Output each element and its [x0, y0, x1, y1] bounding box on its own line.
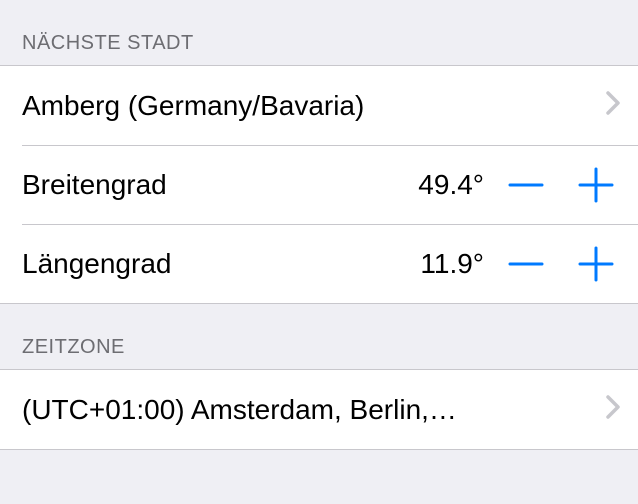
latitude-label: Breitengrad — [22, 169, 418, 201]
plus-icon[interactable] — [576, 244, 616, 284]
timezone-label: (UTC+01:00) Amsterdam, Berlin,… — [22, 394, 606, 426]
latitude-stepper — [506, 165, 620, 205]
timezone-group: (UTC+01:00) Amsterdam, Berlin,… — [0, 369, 638, 450]
timezone-row[interactable]: (UTC+01:00) Amsterdam, Berlin,… — [0, 370, 638, 449]
plus-icon[interactable] — [576, 165, 616, 205]
longitude-row: Längengrad 11.9° — [0, 224, 638, 303]
section-header-nearest-city: NÄCHSTE STADT — [0, 0, 638, 65]
section-header-timezone: ZEITZONE — [0, 304, 638, 369]
longitude-label: Längengrad — [22, 248, 420, 280]
city-row[interactable]: Amberg (Germany/Bavaria) — [0, 66, 638, 145]
minus-icon[interactable] — [506, 244, 546, 284]
city-label: Amberg (Germany/Bavaria) — [22, 90, 606, 122]
longitude-stepper — [506, 244, 620, 284]
longitude-value: 11.9° — [420, 248, 484, 280]
latitude-row: Breitengrad 49.4° — [0, 145, 638, 224]
latitude-value: 49.4° — [418, 169, 484, 201]
chevron-right-icon — [606, 91, 620, 120]
nearest-city-group: Amberg (Germany/Bavaria) Breitengrad 49.… — [0, 65, 638, 304]
chevron-right-icon — [606, 395, 620, 424]
minus-icon[interactable] — [506, 165, 546, 205]
